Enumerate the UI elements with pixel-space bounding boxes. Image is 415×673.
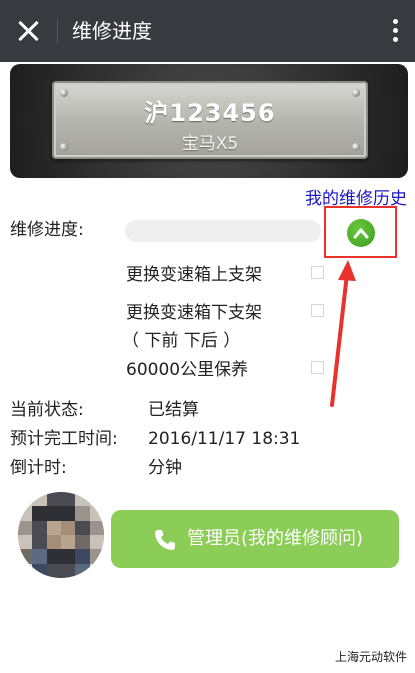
phone-icon <box>155 530 175 550</box>
more-menu-icon[interactable] <box>391 19 399 43</box>
status-value: 已结算 <box>148 400 199 420</box>
page-title: 维修进度 <box>72 19 152 43</box>
progress-bar <box>125 220 321 242</box>
item-checkbox[interactable] <box>311 304 324 317</box>
chevron-up-icon[interactable] <box>347 219 375 247</box>
repair-item-sub: （ 下前 下后 ） <box>122 331 241 351</box>
repair-item: 更换变速箱下支架 <box>126 303 262 323</box>
footer-company: 上海元动软件 <box>334 650 407 664</box>
progress-label: 维修进度: <box>10 220 84 240</box>
countdown-label: 倒计时: <box>10 458 67 478</box>
car-model: 宝马X5 <box>181 134 239 154</box>
contact-advisor-button[interactable]: 管理员(我的维修顾问) <box>111 510 399 568</box>
repair-item: 更换变速箱上支架 <box>126 265 262 285</box>
contact-advisor-label: 管理员(我的维修顾问) <box>187 528 364 549</box>
plate-number: 沪123456 <box>144 99 276 127</box>
repair-item: 60000公里保养 <box>126 360 249 380</box>
avatar <box>18 492 104 578</box>
item-checkbox[interactable] <box>311 361 324 374</box>
plate-banner: 沪123456 宝马X5 <box>10 64 408 178</box>
license-plate: 沪123456 宝马X5 <box>52 81 368 159</box>
eta-label: 预计完工时间: <box>10 429 118 449</box>
eta-value: 2016/11/17 18:31 <box>148 429 301 449</box>
top-bar: 维修进度 <box>0 0 415 62</box>
countdown-value: 分钟 <box>148 458 182 478</box>
item-checkbox[interactable] <box>311 266 324 279</box>
close-icon[interactable] <box>14 16 44 46</box>
divider <box>57 18 58 44</box>
status-label: 当前状态: <box>10 400 84 420</box>
annotation-arrow <box>330 260 356 407</box>
